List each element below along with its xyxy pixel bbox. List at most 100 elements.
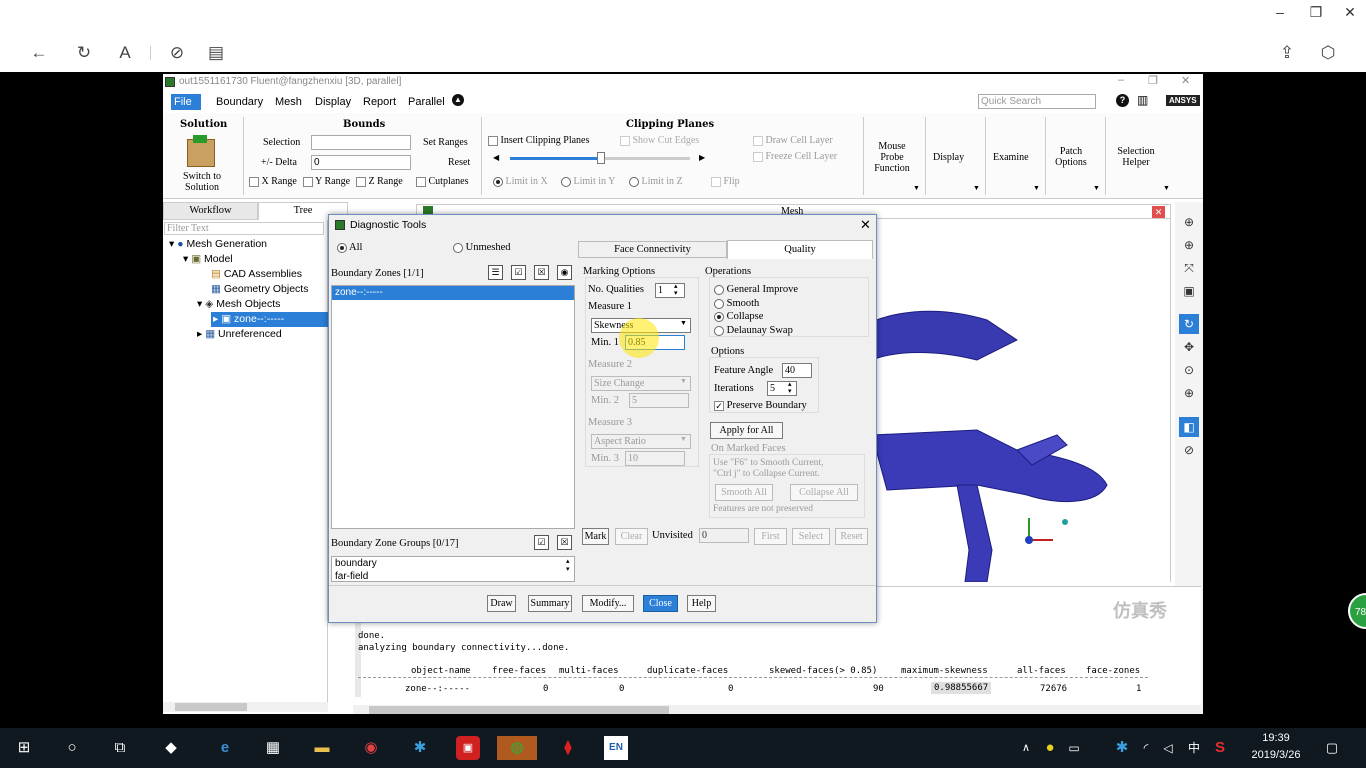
tree-item-cad-assemblies[interactable]: ▤ CAD Assemblies [211,267,302,282]
tab-workflow[interactable]: Workflow [163,202,258,220]
quick-search-input[interactable]: Quick Search [978,94,1096,109]
boundary-zones-list[interactable]: zone--:----- [331,285,575,529]
close-icon[interactable]: ✕ [1181,74,1190,87]
select-all-icon[interactable]: ☑ [511,265,526,280]
app-icon[interactable]: ◆ [159,736,183,760]
z-range-checkbox[interactable]: Z Range [356,176,403,187]
axes-icon[interactable]: ⤧ [1179,258,1199,278]
windows-start-icon[interactable]: ⊞ [12,736,36,760]
spinner-icon[interactable]: ▴ ▾ [674,283,678,297]
link-icon[interactable]: ⊘ [166,42,188,64]
summary-button[interactable]: Summary [528,595,572,612]
tree-item-zone[interactable]: ▸ ▣ zone--:----- [211,312,329,327]
tree-item-model[interactable]: ▾ ▣ Model [183,252,233,267]
y-range-checkbox[interactable]: Y Range [303,176,350,187]
chevron-down-icon[interactable]: ▼ [1093,185,1100,192]
smooth-all-button[interactable]: Smooth All [715,484,773,501]
edge-icon[interactable]: e [213,736,237,760]
wifi-icon[interactable]: ◜ [1134,736,1158,760]
smooth-radio[interactable]: Smooth [714,298,759,309]
tray-icon[interactable]: ✱ [1110,736,1134,760]
menu-file[interactable]: File [171,94,201,110]
chevron-down-icon[interactable]: ▼ [1163,185,1170,192]
tree-item-geometry-objects[interactable]: ▦ Geometry Objects [211,282,308,297]
limit-z-radio[interactable]: Limit in Z [629,176,683,187]
menu-boundary[interactable]: Boundary [213,94,266,110]
zoom-fit-icon[interactable]: ⊕ [1179,212,1199,232]
feature-angle-input[interactable]: 40 [782,363,812,378]
select-icon[interactable]: ◧ [1179,417,1199,437]
close-icon[interactable]: ✕ [860,217,871,233]
refresh-icon[interactable]: ↻ [73,42,95,64]
list-item[interactable]: far-field [332,570,574,581]
tree-item-mesh-objects[interactable]: ▾ ◈ Mesh Objects [197,297,280,312]
reset-button[interactable]: Reset [448,157,470,168]
switch-to-solution-icon[interactable] [187,139,215,167]
chevron-up-icon[interactable]: ∧ [1014,736,1038,760]
volume-icon[interactable]: ◁ [1156,736,1180,760]
chevron-down-icon[interactable]: ▼ [680,436,687,443]
deselect-all-icon[interactable]: ☒ [534,265,549,280]
list-item[interactable]: boundary [332,557,574,570]
tree-item-mesh-generation[interactable]: ▾ ● Mesh Generation [169,237,267,252]
show-cut-edges-checkbox[interactable]: Show Cut Edges [620,135,699,146]
target-icon[interactable]: ◉ [557,265,572,280]
sogou-icon[interactable]: S [1208,736,1232,760]
dictionary-icon[interactable]: EN [604,736,628,760]
help-button[interactable]: Help [687,595,716,612]
close-button[interactable]: Close [643,595,678,612]
delaunay-swap-radio[interactable]: Delaunay Swap [714,325,793,336]
pdf-icon[interactable]: ⧫ [556,736,580,760]
filter-input[interactable]: Filter Text [164,222,324,235]
clock-date[interactable]: 2019/3/26 [1244,749,1308,761]
folder-icon[interactable]: ▬ [310,736,334,760]
wechat-icon[interactable]: ◍ [497,736,537,760]
delta-input[interactable]: 0 [311,155,411,170]
app-icon[interactable]: ▣ [456,736,480,760]
tab-view-icon[interactable]: ▤ [205,42,227,64]
search-icon[interactable]: ○ [60,736,84,760]
measure2-select[interactable]: Size Change [591,376,691,391]
mark-button[interactable]: Mark [582,528,609,545]
restore-icon[interactable]: ❐ [1148,74,1158,87]
network-icon[interactable]: ▭ [1062,736,1086,760]
unmeshed-radio[interactable]: Unmeshed [453,242,511,253]
ime-indicator[interactable]: 中 [1182,736,1206,760]
chevron-down-icon[interactable]: ▼ [913,185,920,192]
tree-item-unreferenced[interactable]: ▸ ▦ Unreferenced [197,327,282,342]
flip-checkbox[interactable]: Flip [711,176,740,187]
spinner-icon[interactable]: ▴ ▾ [788,381,792,395]
general-improve-radio[interactable]: General Improve [714,284,798,295]
draw-cell-layer-checkbox[interactable]: Draw Cell Layer [753,135,833,146]
selection-input[interactable] [311,135,411,150]
app-tray-icon[interactable]: ● [1038,736,1062,760]
camera-icon[interactable]: ▣ [1179,281,1199,301]
list-item[interactable]: zone--:----- [332,286,574,300]
spinner-icon[interactable]: ▴ ▾ [566,557,570,573]
slider-left-icon[interactable]: ◀ [493,153,499,162]
back-icon[interactable]: ← [28,42,50,64]
reader-icon[interactable]: A [114,42,136,64]
set-ranges-button[interactable]: Set Ranges [423,137,468,148]
measure3-select[interactable]: Aspect Ratio [591,434,691,449]
chevron-down-icon[interactable]: ▼ [680,378,687,385]
task-view-icon[interactable]: ⧉ [108,736,132,760]
draw-button[interactable]: Draw [487,595,516,612]
collapse-all-button[interactable]: Collapse All [790,484,858,501]
tab-quality[interactable]: Quality [727,240,873,259]
rotate-icon[interactable]: ↻ [1179,314,1199,334]
chrome-icon[interactable]: ◉ [359,736,383,760]
menu-report[interactable]: Report [360,94,399,110]
help-icon[interactable]: ? [1116,94,1129,107]
deselect-all-icon[interactable]: ☒ [557,535,572,550]
clock-time[interactable]: 19:39 [1246,732,1306,744]
slider-handle[interactable] [597,152,605,164]
apply-for-all-button[interactable]: Apply for All [710,422,783,439]
limit-y-radio[interactable]: Limit in Y [561,176,615,187]
chevron-down-icon[interactable]: ▼ [680,320,687,327]
slider-right-icon[interactable]: ▶ [699,153,705,162]
menu-parallel[interactable]: Parallel [405,94,448,110]
no-qualities-input[interactable]: 1 [655,283,685,298]
chevron-down-icon[interactable]: ▼ [973,185,980,192]
layout-icon[interactable]: ▥ [1137,93,1148,107]
